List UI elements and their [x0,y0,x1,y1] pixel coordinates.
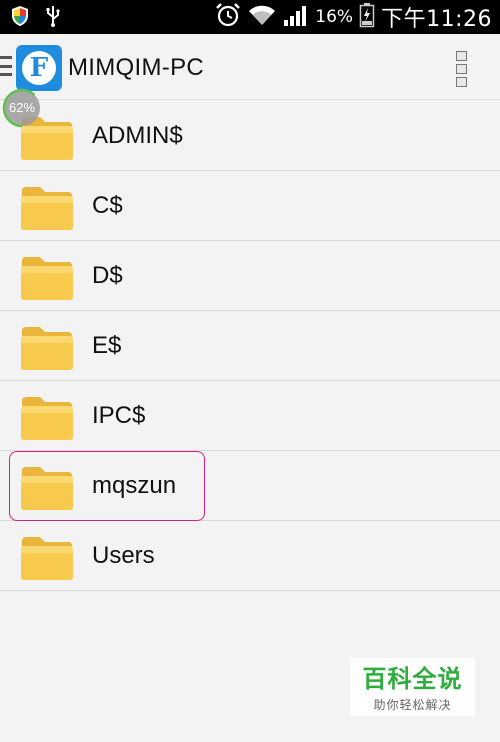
overflow-menu-icon[interactable] [453,51,471,87]
clock-time: 下午11:26 [381,7,492,32]
list-item-label: IPC$ [92,402,146,429]
folder-icon [20,253,74,301]
signal-icon [283,3,309,31]
list-item[interactable]: ADMIN$ [0,101,500,171]
folder-icon [20,533,74,581]
list-item[interactable]: D$ [0,241,500,311]
watermark-logo: 百科全说 助你轻松解决 [350,658,475,716]
progress-indicator: 62% [2,88,42,128]
folder-icon [20,183,74,231]
battery-icon [359,2,375,32]
shield-icon [10,5,30,31]
list-item-label: mqszun [92,472,177,499]
folder-icon [20,323,74,371]
list-item[interactable]: IPC$ [0,381,500,451]
list-item-label: D$ [92,262,123,289]
usb-icon [46,5,60,31]
page-title: MIMQIM-PC [68,54,205,81]
list-item[interactable]: C$ [0,171,500,241]
app-logo[interactable]: F [16,45,62,91]
folder-icon [20,463,74,511]
list-item-label: Users [92,542,155,569]
list-item-label: E$ [92,332,122,359]
logo-letter: F [22,51,56,85]
battery-percent: 16% [315,7,354,27]
file-list: ADMIN$ C$ D$ E$ IPC$ mqszun Users [0,101,500,591]
watermark-subtitle: 助你轻松解决 [373,698,452,712]
list-item-selected[interactable]: mqszun [0,451,500,521]
action-bar: F MIMQIM-PC [0,34,500,100]
wifi-icon [247,3,277,31]
watermark-title: 百科全说 [362,665,463,693]
list-item-label: ADMIN$ [92,122,183,149]
list-item[interactable]: Users [0,521,500,591]
list-item[interactable]: E$ [0,311,500,381]
hamburger-menu-icon[interactable] [0,56,14,76]
alarm-icon [215,2,241,32]
status-bar: 16% 下午11:26 [0,0,500,34]
progress-label: 62% [8,100,36,115]
list-item-label: C$ [92,192,123,219]
folder-icon [20,393,74,441]
